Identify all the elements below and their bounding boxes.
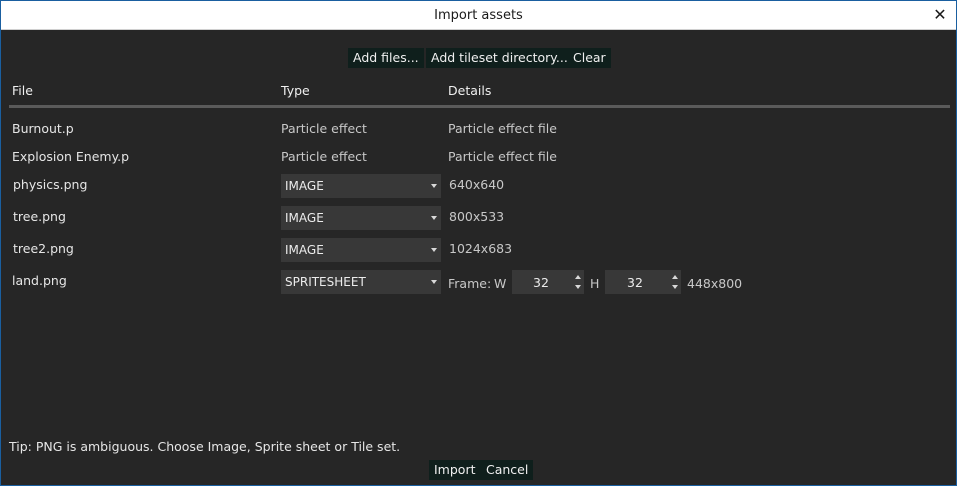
import-assets-dialog: Import assets ✕ Add files... Add tileset… [0,0,957,486]
file-name: Explosion Enemy.p [12,149,130,164]
type-select-value: IMAGE [285,243,324,257]
file-name: physics.png [13,177,88,192]
add-files-button[interactable]: Add files... [348,48,424,68]
frame-height-value: 32 [627,275,643,290]
file-name: land.png [12,273,67,288]
frame-height-label: H [590,276,600,291]
add-tileset-directory-button[interactable]: Add tileset directory... [426,48,573,68]
file-type: Particle effect [281,149,367,164]
title-bar[interactable]: Import assets ✕ [1,1,956,30]
dialog-title: Import assets [434,8,523,23]
chevron-down-icon [431,216,437,220]
file-name: tree2.png [13,241,74,256]
header-divider [9,105,950,108]
spin-down-icon[interactable] [575,285,581,289]
type-select[interactable]: IMAGE [281,206,441,230]
type-select[interactable]: SPRITESHEET [281,270,441,294]
chevron-down-icon [431,248,437,252]
file-details: 800x533 [449,209,505,224]
file-details: 1024x683 [449,241,513,256]
close-icon[interactable]: ✕ [930,5,950,25]
spin-down-icon[interactable] [672,285,678,289]
spin-up-icon[interactable] [575,275,581,279]
file-name: tree.png [13,209,66,224]
column-header-file: File [12,83,33,98]
frame-width-label: W [494,276,507,291]
column-header-type: Type [281,83,310,98]
type-select-value: SPRITESHEET [285,275,366,289]
frame-height-spinner[interactable]: 32 [605,270,681,294]
spin-up-icon[interactable] [672,275,678,279]
file-name: Burnout.p [12,121,74,136]
type-select[interactable]: IMAGE [281,174,441,198]
frame-width-value: 32 [533,275,549,290]
tip-text: Tip: PNG is ambiguous. Choose Image, Spr… [9,439,401,454]
file-details: Particle effect file [448,149,557,164]
import-button[interactable]: Import [429,460,481,480]
file-details: 640x640 [449,177,505,192]
clear-button[interactable]: Clear [568,48,611,68]
cancel-button[interactable]: Cancel [481,460,534,480]
chevron-down-icon [431,280,437,284]
type-select-value: IMAGE [285,211,324,225]
frame-label: Frame: [448,276,492,291]
type-select-value: IMAGE [285,179,324,193]
chevron-down-icon [431,184,437,188]
column-header-details: Details [448,83,492,98]
frame-width-spinner[interactable]: 32 [512,270,584,294]
file-details: 448x800 [687,276,743,291]
type-select[interactable]: IMAGE [281,238,441,262]
file-type: Particle effect [281,121,367,136]
file-details: Particle effect file [448,121,557,136]
